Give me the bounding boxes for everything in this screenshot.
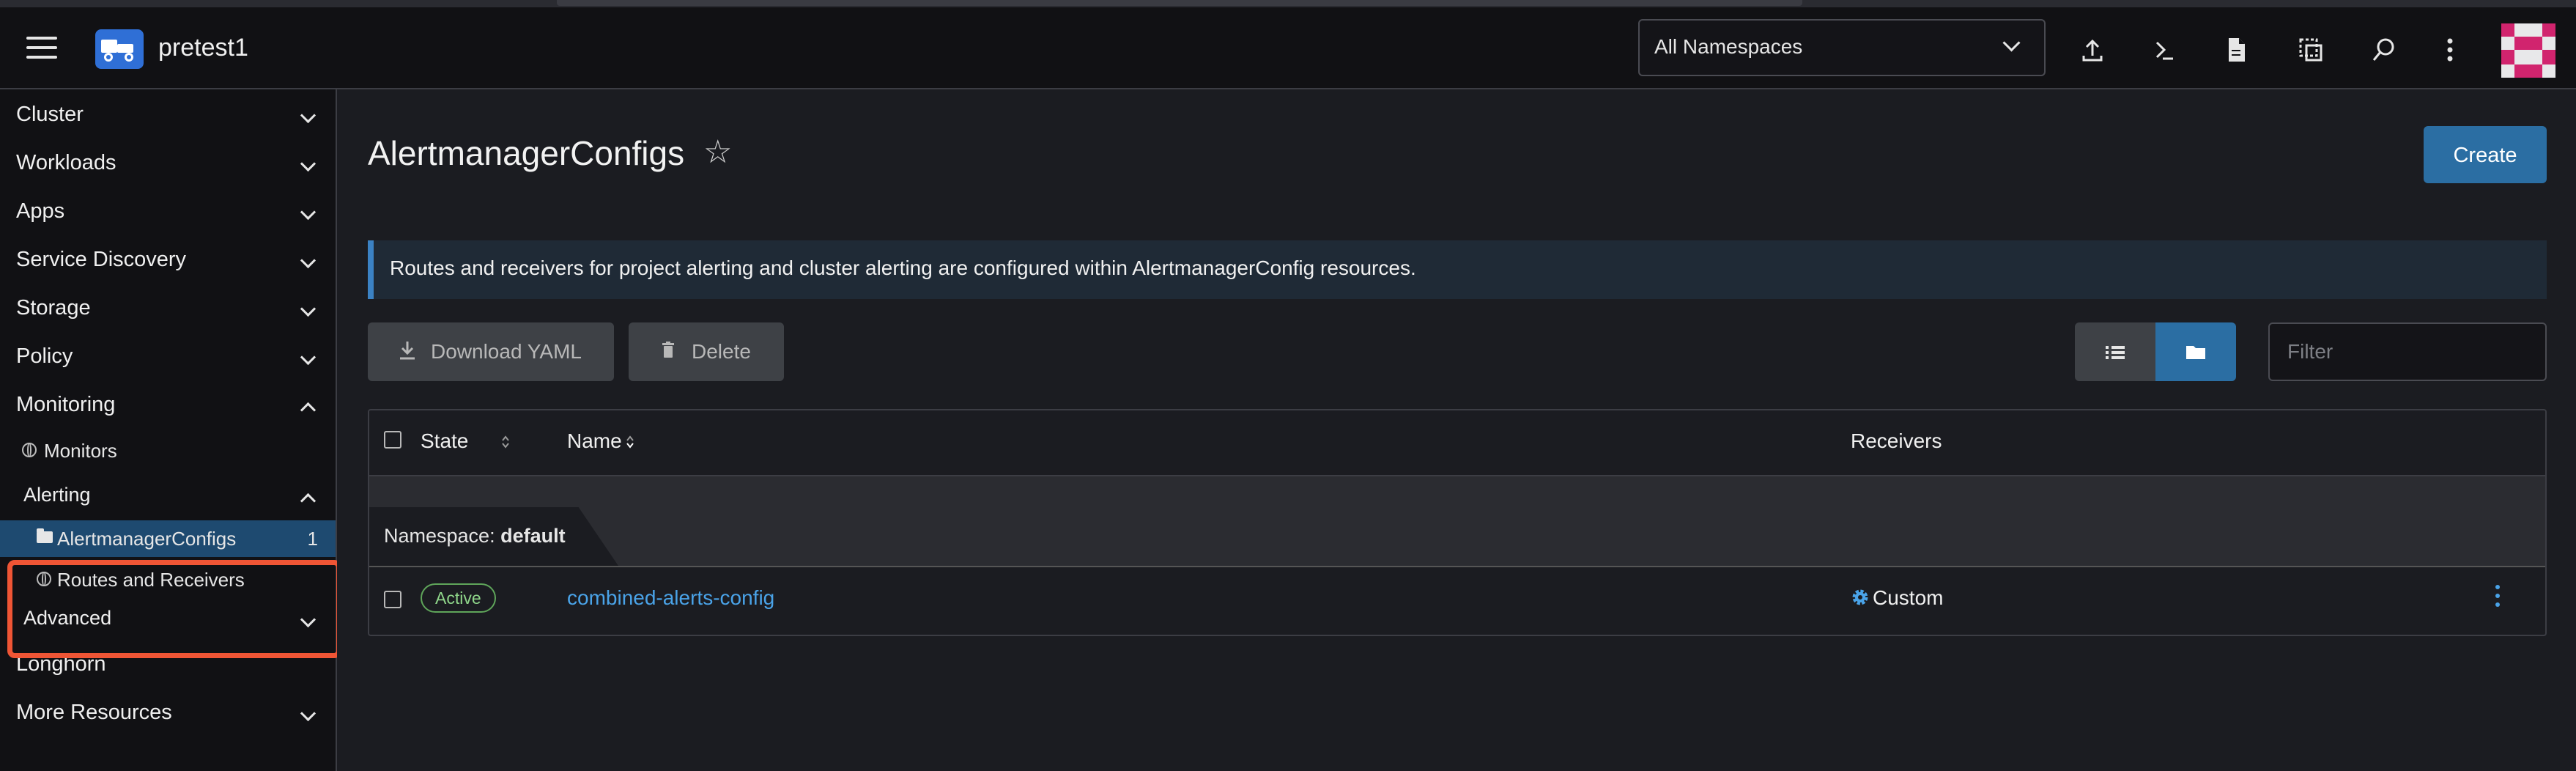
user-avatar[interactable]	[2501, 23, 2555, 78]
column-header-receivers: Receivers	[1851, 429, 1942, 452]
sidebar-group-workloads[interactable]: Workloads	[0, 142, 336, 186]
sidebar-group-label: Longhorn	[16, 652, 106, 676]
sidebar-group-policy[interactable]: Policy	[0, 336, 336, 380]
resource-name-link[interactable]: combined-alerts-config	[567, 586, 774, 610]
chevron-down-icon	[300, 204, 317, 221]
sidebar-group-label: Workloads	[16, 151, 116, 174]
sidebar-group-apps[interactable]: Apps	[0, 191, 336, 235]
upload-icon[interactable]	[2076, 34, 2109, 66]
create-button[interactable]: Create	[2424, 126, 2547, 183]
delete-button[interactable]: Delete	[629, 322, 784, 381]
list-icon	[2106, 346, 2125, 359]
sort-down-icon[interactable]	[626, 435, 634, 449]
sidebar-group-label: More Resources	[16, 701, 172, 724]
namespace-select-value: All Namespaces	[1654, 35, 1803, 58]
namespace-group-tab: Namespace: default	[369, 507, 618, 566]
namespace-prefix: Namespace:	[384, 525, 495, 547]
sidebar-group-label: Alerting	[23, 484, 91, 506]
globe-icon	[37, 572, 51, 586]
chevron-up-icon	[300, 493, 317, 509]
gear-icon	[1852, 589, 1868, 605]
sidebar-group-storage[interactable]: Storage	[0, 287, 336, 331]
hamburger-menu-icon[interactable]	[26, 37, 57, 60]
sidebar-group-label: Monitoring	[16, 393, 116, 416]
download-yaml-label: Download YAML	[431, 340, 582, 363]
list-view-toggle[interactable]	[2075, 322, 2155, 381]
sidebar-group-cluster[interactable]: Cluster	[0, 94, 336, 138]
sidebar-group-longhorn[interactable]: Longhorn	[0, 643, 336, 687]
namespace-group-label: Namespace: default	[384, 525, 566, 547]
info-banner: Routes and receivers for project alertin…	[368, 240, 2547, 299]
sidebar-group-alerting[interactable]: Alerting	[0, 475, 336, 519]
kubectl-shell-icon[interactable]	[2148, 34, 2180, 66]
sidebar-item-label: Routes and Receivers	[57, 569, 245, 591]
folder-icon	[37, 528, 53, 543]
chevron-up-icon	[300, 402, 317, 418]
cluster-logo-icon	[95, 29, 144, 69]
chevron-down-icon	[300, 349, 317, 366]
resource-table: State Name Receivers Namespace: default …	[368, 409, 2547, 636]
column-header-state[interactable]: State	[421, 429, 468, 453]
tab-strip	[557, 0, 1802, 6]
chevron-down-icon	[2002, 34, 2021, 52]
kubeconfig-file-icon[interactable]	[2220, 34, 2252, 66]
trash-icon	[662, 342, 674, 358]
copy-kubeconfig-icon[interactable]	[2295, 34, 2327, 66]
sidebar-item-alertmanagerconfigs[interactable]: AlertmanagerConfigs 1	[0, 520, 336, 557]
chevron-down-icon	[300, 611, 317, 628]
search-icon[interactable]	[2368, 34, 2400, 66]
namespace-value: default	[500, 525, 566, 547]
top-header: pretest1 All Namespaces	[0, 7, 2576, 89]
download-yaml-button[interactable]: Download YAML	[368, 322, 614, 381]
chevron-down-icon	[300, 155, 317, 172]
sidebar-group-label: Apps	[16, 199, 65, 223]
sidebar-item-label: Monitors	[44, 440, 117, 462]
status-badge: Active	[421, 583, 496, 613]
item-count: 1	[307, 528, 318, 550]
chevron-down-icon	[300, 107, 317, 124]
cluster-name: pretest1	[158, 34, 248, 62]
sidebar-group-monitoring[interactable]: Monitoring	[0, 384, 336, 428]
delete-label: Delete	[692, 340, 751, 363]
select-all-checkbox[interactable]	[384, 431, 401, 449]
receivers-value: Custom	[1873, 586, 1944, 609]
folder-icon	[2186, 346, 2205, 359]
table-row: Active combined-alerts-config Custom	[369, 567, 2545, 635]
sidebar-group-label: Cluster	[16, 103, 84, 126]
filter-input[interactable]	[2268, 322, 2547, 381]
table-header: State Name Receivers	[369, 410, 2545, 476]
row-checkbox[interactable]	[384, 591, 401, 608]
row-actions-icon[interactable]	[2495, 585, 2501, 610]
sidebar-group-service-discovery[interactable]: Service Discovery	[0, 239, 336, 283]
sidebar-group-label: Policy	[16, 344, 73, 368]
chevron-down-icon	[300, 300, 317, 317]
more-vertical-icon[interactable]	[2434, 34, 2466, 66]
banner-text: Routes and receivers for project alertin…	[390, 257, 1416, 279]
sidebar-item-label: AlertmanagerConfigs	[57, 528, 237, 550]
sidebar: Cluster Workloads Apps Service Discovery…	[0, 89, 341, 771]
namespace-select[interactable]: All Namespaces	[1638, 19, 2046, 76]
sidebar-item-monitors[interactable]: Monitors	[0, 432, 336, 469]
column-header-name[interactable]: Name	[567, 429, 622, 453]
sidebar-item-routes-receivers[interactable]: Routes and Receivers	[0, 561, 336, 598]
sidebar-group-label: Storage	[16, 296, 91, 320]
sort-icon[interactable]	[501, 435, 510, 449]
sidebar-group-more-resources[interactable]: More Resources	[0, 692, 336, 736]
main-content: AlertmanagerConfigs ☆ Create Routes and …	[337, 89, 2576, 771]
chevron-down-icon	[300, 705, 317, 722]
sidebar-group-label: Advanced	[23, 607, 112, 629]
download-icon	[400, 342, 415, 360]
page-title: AlertmanagerConfigs	[368, 134, 685, 172]
sidebar-group-label: Service Discovery	[16, 248, 187, 271]
chevron-down-icon	[300, 252, 317, 269]
namespace-group-row: Namespace: default	[369, 476, 2545, 567]
group-by-namespace-toggle[interactable]	[2155, 322, 2236, 381]
star-icon[interactable]: ☆	[703, 133, 732, 171]
sidebar-group-advanced[interactable]: Advanced	[0, 598, 336, 642]
globe-icon	[22, 443, 37, 457]
browser-top-strip	[0, 0, 2576, 7]
